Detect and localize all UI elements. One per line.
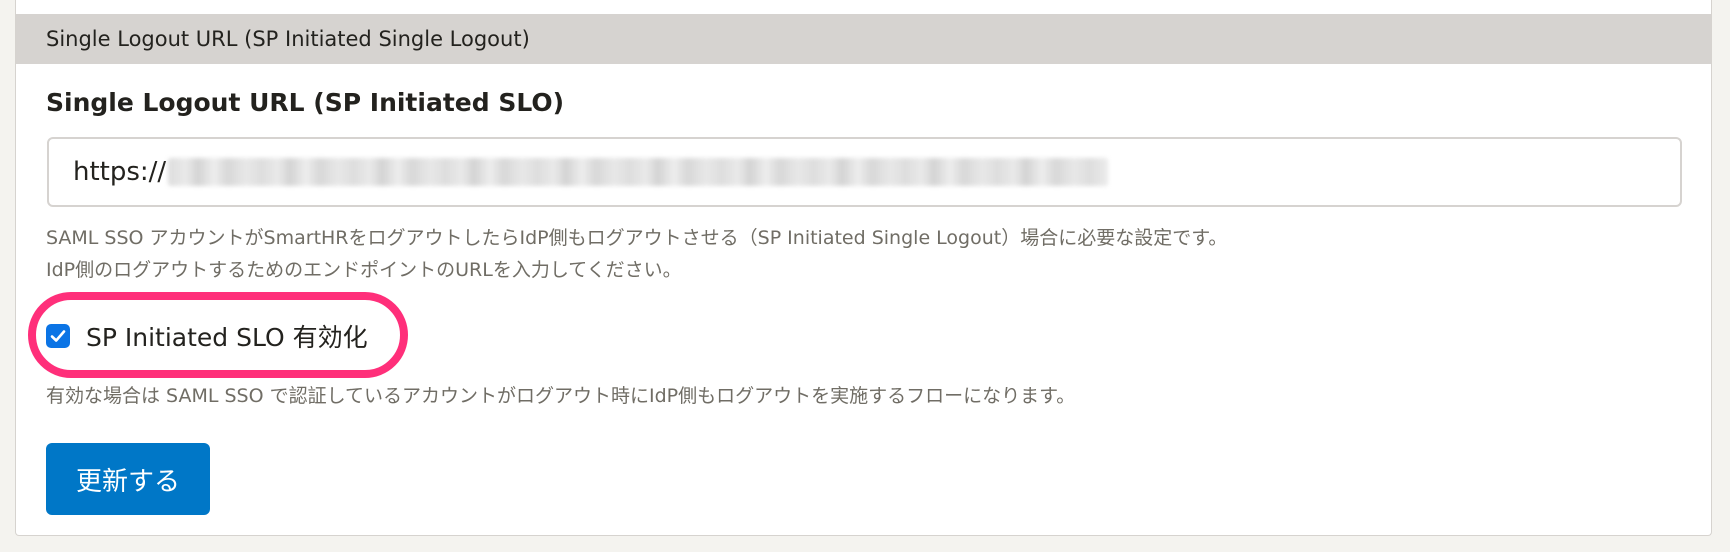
settings-card: Single Logout URL (SP Initiated Single L… [15, 0, 1712, 536]
url-value: https:// [73, 157, 167, 187]
single-logout-url-label: Single Logout URL (SP Initiated SLO) [46, 88, 565, 117]
redacted-url-text [168, 158, 1109, 186]
single-logout-url-input[interactable]: https:// [47, 137, 1682, 207]
checkbox-label: SP Initiated SLO 有効化 [86, 323, 368, 352]
checkbox-checked-icon[interactable] [46, 324, 70, 348]
field-help-text: SAML SSO アカウントがSmartHRをログアウトしたらIdP側もログアウ… [46, 222, 1227, 286]
update-button[interactable]: 更新する [46, 443, 210, 515]
checkbox-note-text: 有効な場合は SAML SSO で認証しているアカウントがログアウト時にIdP側… [46, 385, 1076, 407]
help-line-1: SAML SSO アカウントがSmartHRをログアウトしたらIdP側もログアウ… [46, 227, 1228, 249]
section-header: Single Logout URL (SP Initiated Single L… [16, 14, 1711, 64]
help-line-2: IdP側のログアウトするためのエンドポイントのURLを入力してください。 [46, 259, 682, 281]
sp-initiated-slo-toggle[interactable]: SP Initiated SLO 有効化 [46, 318, 368, 354]
